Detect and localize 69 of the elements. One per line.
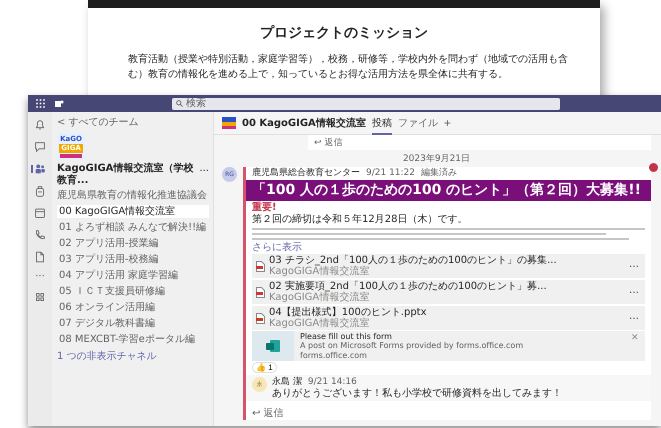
slides-file-icon — [256, 312, 265, 324]
bell-icon[interactable] — [33, 118, 47, 132]
post-headline: 第２回の締切は令和５年12月28日（木）です。 — [252, 214, 468, 226]
file-attachment[interactable]: 03 チラシ_2nd「100人の１歩のための100のヒント」の募集... KagoGIGA情報交流室 ··· — [252, 254, 645, 278]
preview-description: A post on Microsoft Forms provided by forms.office.com — [300, 341, 524, 350]
team-home-item[interactable]: 鹿児島県教育の情報化推進協議会 — [57, 190, 209, 202]
reply-button[interactable]: ↩ 返信 — [308, 135, 651, 150]
author-name: 永島 潔 — [272, 377, 302, 388]
apps-icon[interactable] — [33, 290, 47, 304]
channel-item[interactable]: 03 アプリ活用-校務編 — [57, 253, 209, 266]
post-time: 9/21 11:22 — [366, 168, 416, 179]
search-icon — [176, 100, 183, 107]
reply-time: 9/21 14:16 — [308, 377, 357, 388]
channel-tab[interactable]: ファイル — [398, 111, 438, 135]
announcement-banner: 「100 人の１歩のための100 のヒント」（第２回）大募集!! — [246, 180, 651, 201]
app-grid-icon[interactable] — [36, 98, 46, 108]
reply-button[interactable]: ↩ 返信 — [246, 408, 290, 420]
importance-label: 重要! — [252, 202, 278, 213]
file-location: KagoGIGA情報交流室 — [269, 318, 370, 329]
channel-item[interactable]: 05 ＩＣＴ支援員研修編 — [57, 285, 209, 298]
channel-title: 00 KagoGIGA情報交流室 — [242, 116, 366, 130]
document-file-icon — [256, 286, 265, 298]
file-name: 02 実施要項_2nd「100人の１歩のための100のヒント」募... — [269, 281, 547, 292]
channel-item[interactable]: 00 KagoGIGA情報交流室 — [57, 205, 209, 218]
channel-item[interactable]: 04 アプリ活用 家庭学習編 — [57, 269, 209, 282]
reply-text: ありがとうございます！私も小学校で研修資料を出してみます！ — [272, 388, 562, 399]
more-button[interactable]: ··· — [35, 272, 45, 282]
link-preview[interactable]: Please fill out this form A post on Microsoft Forms provided by forms.office.com forms.office.com ✕ — [252, 331, 645, 361]
channel-item[interactable]: 01 よろず相談 みんなで解決!!編 — [57, 221, 209, 234]
calendar-icon[interactable] — [33, 206, 47, 220]
see-more-link[interactable]: さらに表示 — [252, 242, 645, 253]
file-name: 04【提出様式】100のヒント.pptx — [269, 307, 427, 318]
more-button[interactable]: ··· — [627, 286, 641, 298]
channel-item[interactable]: 08 MEXCBT-学習eポータル編 — [57, 333, 209, 346]
hidden-channels-link[interactable]: 1 つの非表示チャネル — [57, 349, 209, 363]
backpack-icon[interactable] — [33, 184, 47, 198]
author-name: 鹿児島県総合教育センター — [252, 168, 360, 179]
edited-label: 編集済み — [421, 168, 458, 179]
file-location: KagoGIGA情報交流室 — [269, 292, 370, 303]
section-heading: プロジェクトのミッション — [260, 24, 428, 42]
file-attachment[interactable]: 02 実施要項_2nd「100人の１歩のための100のヒント」募... KagoGIGA情報交流室 ··· — [252, 280, 645, 304]
add-tab-button[interactable]: + — [444, 116, 451, 130]
mission-paragraph: 教育活動（授業や特別活動，家庭学習等），校務，研修等，学校内外を問わず（地域での活用も含む）教育の情報化を進める上で，知っているとお得な活用方法を県全体に共有する。 — [128, 52, 569, 82]
channel-item[interactable]: 02 アプリ活用-授業編 — [57, 237, 209, 250]
back-link[interactable]: < すべてのチーム — [57, 117, 209, 129]
document-file-icon — [256, 260, 265, 272]
channel-item[interactable]: 06 オンライン活用編 — [57, 301, 209, 314]
important-icon — [649, 163, 658, 172]
preview-title: Please fill out this form — [300, 332, 393, 341]
more-button[interactable]: ··· — [627, 312, 641, 324]
teams-icon[interactable] — [33, 162, 47, 176]
team-name: KagoGIGA情報交流室（学校教育... — [57, 163, 194, 187]
preview-domain: forms.office.com — [300, 351, 368, 360]
date-divider: 2023年9月21日 — [402, 152, 472, 165]
file-attachment[interactable]: 04【提出様式】100のヒント.pptx KagoGIGA情報交流室 ··· — [252, 306, 645, 330]
team-logo — [222, 117, 236, 129]
more-button[interactable]: ... — [199, 163, 209, 175]
channel-item[interactable]: 07 デジタル教科書編 — [57, 317, 209, 330]
file-name: 03 チラシ_2nd「100人の１歩のための100のヒント」の募集... — [269, 255, 557, 266]
search-field[interactable]: 検索 — [172, 98, 560, 110]
reaction-button[interactable]: 👍 1 — [252, 362, 277, 373]
more-button[interactable]: ··· — [627, 260, 641, 272]
chat-icon[interactable] — [33, 140, 47, 154]
file-icon[interactable] — [33, 250, 47, 264]
forms-logo-icon — [265, 338, 281, 354]
close-button[interactable]: ✕ — [625, 331, 645, 343]
phone-icon[interactable] — [33, 228, 47, 242]
teams-logo-icon[interactable] — [54, 98, 64, 108]
file-location: KagoGIGA情報交流室 — [269, 266, 370, 277]
